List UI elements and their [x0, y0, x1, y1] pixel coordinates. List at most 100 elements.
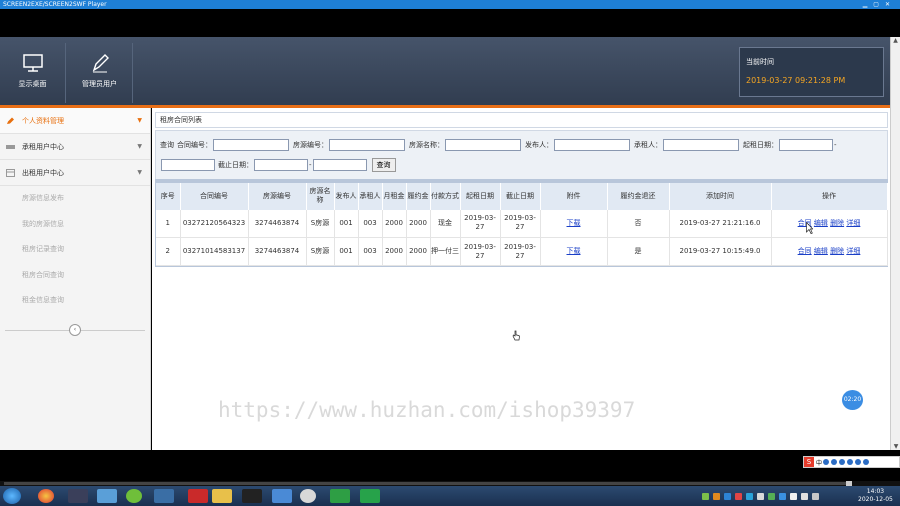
- wechat-icon[interactable]: [330, 489, 350, 503]
- end-date-from-input[interactable]: [254, 159, 308, 171]
- tray-app-icon[interactable]: [757, 492, 764, 500]
- publisher-input[interactable]: [554, 139, 630, 151]
- col-header: 房源名称: [306, 180, 335, 210]
- network-app-icon[interactable]: [272, 489, 292, 503]
- col-header: 操作: [771, 180, 888, 210]
- ime-punct-icon[interactable]: [823, 459, 830, 465]
- house-name-label: 房源名称：: [409, 141, 444, 149]
- tray-app-icon[interactable]: [768, 492, 775, 500]
- start-button-icon[interactable]: [3, 488, 21, 504]
- search-row-1: 查询 合同编号： 房源编号： 房源名称： 发布人： 承租人： 起租日期： -: [160, 138, 837, 152]
- sidebar-subitem-publish[interactable]: 房源信息发布: [0, 186, 150, 212]
- ime-skin-icon[interactable]: [855, 459, 862, 465]
- ime-mic-icon[interactable]: [839, 459, 846, 465]
- download-link[interactable]: 下载: [567, 247, 581, 255]
- cell-actions: 合同 编辑 删除 详细: [771, 209, 888, 238]
- chrome-icon[interactable]: [38, 489, 54, 503]
- detail-link[interactable]: 详细: [846, 219, 860, 227]
- sidebar-subitem-rent-info[interactable]: 租金信息查询: [0, 288, 150, 314]
- tray-app-icon[interactable]: [713, 492, 720, 500]
- taskbar-clock[interactable]: 14:03 2020-12-05: [858, 488, 893, 504]
- ime-emoji-icon[interactable]: [831, 459, 838, 465]
- cell-payment: 现金: [430, 209, 461, 238]
- browser-icon[interactable]: [97, 489, 117, 503]
- cell-deposit: 2000: [406, 237, 431, 266]
- sidebar-item-tenant-center[interactable]: 承租用户中心 ▼: [0, 134, 150, 160]
- avatar-app-icon[interactable]: [300, 489, 316, 503]
- flag-icon[interactable]: [812, 492, 819, 500]
- col-header: 合同编号: [180, 180, 249, 210]
- ime-keyboard-icon[interactable]: [847, 459, 854, 465]
- flash-icon[interactable]: [188, 489, 208, 503]
- ime-tools-icon[interactable]: [863, 459, 870, 465]
- sidebar-subitem-my-houses[interactable]: 我的房源信息: [0, 212, 150, 238]
- panel-title: 租房合同列表: [155, 112, 888, 128]
- detail-link[interactable]: 详细: [846, 247, 860, 255]
- cell-tenant: 003: [358, 237, 383, 266]
- ime-mode[interactable]: 中: [816, 458, 822, 467]
- recorder-app-icon[interactable]: [360, 489, 380, 503]
- media-player-icon[interactable]: [68, 489, 88, 503]
- edit-link[interactable]: 编辑: [814, 219, 828, 227]
- contract-no-input[interactable]: [213, 139, 289, 151]
- scroll-down-icon[interactable]: ▼: [891, 443, 900, 450]
- folder-icon[interactable]: [212, 489, 232, 503]
- col-header: 付款方式: [430, 180, 461, 210]
- house-name-input[interactable]: [445, 139, 521, 151]
- network-icon[interactable]: [801, 492, 808, 500]
- taskbar-date: 2020-12-05: [858, 496, 893, 503]
- sidebar-item-landlord-center[interactable]: 出租用户中心 ▼: [0, 160, 150, 186]
- delete-link[interactable]: 删除: [830, 247, 844, 255]
- scroll-up-icon[interactable]: ▲: [891, 37, 900, 44]
- cell-start-date: 2019-03-27: [460, 237, 501, 266]
- current-time-label: 当前时间: [746, 58, 774, 66]
- image-app-icon[interactable]: [154, 489, 174, 503]
- delete-link[interactable]: 删除: [830, 219, 844, 227]
- house-no-input[interactable]: [329, 139, 405, 151]
- page-scrollbar[interactable]: ▲ ▼: [890, 37, 900, 450]
- qq-icon[interactable]: [242, 489, 262, 503]
- admin-user-button[interactable]: 管理员用户: [67, 43, 133, 103]
- progress-track[interactable]: [4, 482, 852, 485]
- cell-rent: 2000: [382, 209, 407, 238]
- search-button[interactable]: 查询: [371, 158, 396, 172]
- current-time-box: 当前时间 2019-03-27 09:21:28 PM: [739, 47, 884, 97]
- col-header: 截止日期: [500, 180, 541, 210]
- sidebar-item-profile[interactable]: 个人资料管理 ▼: [0, 108, 150, 134]
- show-desktop-button[interactable]: 显示桌面: [0, 43, 66, 103]
- sidebar-subitem-rent-records[interactable]: 租房记录查询: [0, 237, 150, 263]
- house-no-label: 房源编号：: [293, 141, 328, 149]
- search-form: 查询 合同编号： 房源编号： 房源名称： 发布人： 承租人： 起租日期： - 截…: [155, 130, 888, 180]
- tray-app-icon[interactable]: [724, 492, 731, 500]
- contract-table: 序号 合同编号 房源编号 房源名称 发布人 承租人 月租金 履约金 付款方式 起…: [156, 180, 888, 266]
- col-header: 序号: [156, 180, 181, 210]
- cell-actions: 合同 编辑 删除 详细: [771, 237, 888, 266]
- ime-toolbar[interactable]: S 中: [803, 456, 900, 468]
- edit-link[interactable]: 编辑: [814, 247, 828, 255]
- cell-added-time: 2019-03-27 21:21:16.0: [669, 209, 772, 238]
- download-link[interactable]: 下载: [567, 219, 581, 227]
- sidebar-subitem-contracts[interactable]: 租房合同查询: [0, 263, 150, 289]
- start-date-to-input[interactable]: [161, 159, 215, 171]
- volume-icon[interactable]: [790, 492, 797, 500]
- window-controls[interactable]: ▁▢✕: [863, 0, 896, 9]
- app-header: 显示桌面 管理员用户 当前时间 2019-03-27 09:21:28 PM: [0, 37, 890, 108]
- tray-app-icon[interactable]: [735, 492, 742, 500]
- tray-app-icon[interactable]: [746, 492, 753, 500]
- table-row: 2 03271014583137 3274463874 S房源 001 003 …: [156, 237, 888, 266]
- green-app-icon[interactable]: [126, 489, 142, 503]
- recording-timer[interactable]: 02:20: [842, 390, 863, 410]
- tenant-input[interactable]: [663, 139, 739, 151]
- start-date-from-input[interactable]: [779, 139, 833, 151]
- col-header: 月租金: [382, 180, 407, 210]
- sidebar-item-label: 承租用户中心: [22, 143, 64, 151]
- monitor-icon: [22, 54, 43, 72]
- tray-app-icon[interactable]: [702, 492, 709, 500]
- collapse-sidebar-button[interactable]: ‹: [69, 324, 81, 336]
- tray-app-icon[interactable]: [779, 492, 786, 500]
- cell-publisher: 001: [334, 237, 359, 266]
- end-date-to-input[interactable]: [312, 159, 367, 171]
- window-title: SCREEN2EXE/SCREEN2SWF Player: [3, 1, 107, 8]
- contract-link[interactable]: 合同: [798, 247, 812, 255]
- cell-end-date: 2019-03-27: [500, 237, 541, 266]
